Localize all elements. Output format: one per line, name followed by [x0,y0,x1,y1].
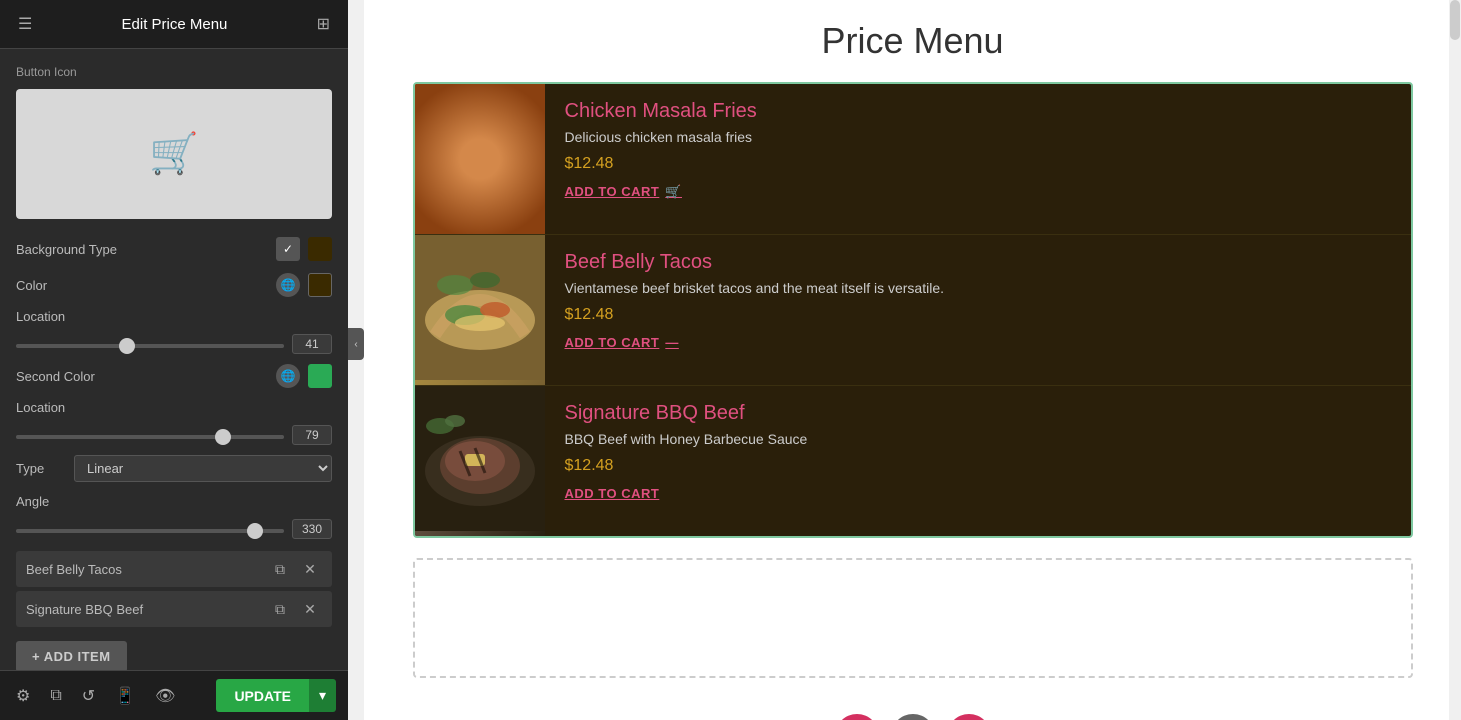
cart-icon-0: 🛒 [665,184,682,200]
menu-item-name-1: Beef Belly Tacos [565,251,1391,274]
second-color-label: Second Color [16,369,268,384]
list-item-close-0[interactable]: ✕ [298,557,322,581]
menu-item-desc-2: BBQ Beef with Honey Barbecue Sauce [565,431,1391,447]
drop-area [413,558,1413,678]
angle-label-row: Angle [0,488,348,515]
menu-item-image-1 [415,235,545,385]
panel-title: Edit Price Menu [122,16,228,33]
check-button[interactable]: ✓ [276,237,300,261]
menu-item-0: Chicken Masala Fries Delicious chicken m… [415,84,1411,235]
scrollbar-track [1449,0,1461,720]
location-label: Location [16,309,332,324]
color-row: Color 🌐 [0,267,348,303]
add-item-button[interactable]: + ADD ITEM [16,641,127,670]
layers-icon[interactable]: ⧉ [46,683,65,709]
chicken-image-svg [415,84,545,229]
menu-item-details-2: Signature BBQ Beef BBQ Beef with Honey B… [545,386,1411,536]
angle-slider[interactable] [16,529,284,533]
update-button[interactable]: UPDATE [216,679,309,712]
menu-item-name-2: Signature BBQ Beef [565,402,1391,425]
panel-content: Button Icon 🛒 Background Type ✓ Color 🌐 … [0,49,348,670]
menu-item-1: Beef Belly Tacos Vientamese beef brisket… [415,235,1411,386]
menu-item-details-0: Chicken Masala Fries Delicious chicken m… [545,84,1411,234]
cart-icon: 🛒 [149,134,199,174]
bottom-toolbar: ⚙ ⧉ ↺ 📱 👁 UPDATE ▾ [0,670,348,720]
page-content: Price Menu [373,0,1453,720]
location-label-row: Location [0,303,348,330]
type-label: Type [16,461,66,476]
panel-header: ☰ Edit Price Menu ⊞ [0,0,348,49]
list-item-text-1: Signature BBQ Beef [26,602,262,617]
menu-item-2: Signature BBQ Beef BBQ Beef with Honey B… [415,386,1411,536]
background-type-label: Background Type [16,242,268,257]
second-location-slider-row: 79 [0,421,348,449]
second-color-globe-icon[interactable]: 🌐 [276,364,300,388]
collapse-arrow[interactable]: ‹ [348,328,364,360]
menu-item-image-0 [415,84,545,234]
settings-icon[interactable]: ⚙ [12,682,34,710]
add-to-cart-button-2[interactable]: ADD TO CART [565,486,660,501]
color-globe-icon[interactable]: 🌐 [276,273,300,297]
angle-label: Angle [16,494,332,509]
background-type-row: Background Type ✓ [0,231,348,267]
menu-item-price-1: $12.48 [565,306,1391,324]
menu-item-name-0: Chicken Masala Fries [565,100,1391,123]
menu-item-image-2 [415,386,545,536]
history-icon[interactable]: ↺ [78,682,99,710]
background-type-swatch[interactable] [308,237,332,261]
location-slider-row: 41 [0,330,348,358]
list-item-copy-0[interactable]: ⧉ [268,557,292,581]
second-location-slider[interactable] [16,435,284,439]
square-circle-button[interactable]: ■ [891,714,935,720]
list-item-close-1[interactable]: ✕ [298,597,322,621]
type-select[interactable]: Linear Radial [74,455,332,482]
angle-slider-container [16,520,284,538]
add-to-cart-button-1[interactable]: ADD TO CART — [565,335,679,350]
second-color-row: Second Color 🌐 [0,358,348,394]
list-item: Beef Belly Tacos ⧉ ✕ [16,551,332,587]
update-arrow-button[interactable]: ▾ [309,679,336,712]
add-to-cart-button-0[interactable]: ADD TO CART 🛒 [565,184,683,200]
menu-item-price-2: $12.48 [565,457,1391,475]
second-location-label-row: Location [0,394,348,421]
list-items: Beef Belly Tacos ⧉ ✕ Signature BBQ Beef … [0,543,348,631]
bbq-image-svg [415,386,545,531]
location-slider-container [16,335,284,353]
type-row: Type Linear Radial [0,449,348,488]
angle-slider-row: 330 [0,515,348,543]
menu-items-list: Chicken Masala Fries Delicious chicken m… [413,82,1413,538]
add-circle-button[interactable]: + [835,714,879,720]
button-icon-preview: 🛒 [16,89,332,219]
left-panel: ☰ Edit Price Menu ⊞ Button Icon 🛒 Backgr… [0,0,348,720]
menu-item-details-1: Beef Belly Tacos Vientamese beef brisket… [545,235,1411,385]
color-label: Color [16,278,268,293]
angle-value[interactable]: 330 [292,519,332,539]
color-swatch[interactable] [308,273,332,297]
list-item-copy-1[interactable]: ⧉ [268,597,292,621]
menu-item-price-0: $12.48 [565,155,1391,173]
second-location-value[interactable]: 79 [292,425,332,445]
second-color-swatch[interactable] [308,364,332,388]
menu-item-desc-1: Vientamese beef brisket tacos and the me… [565,280,1391,296]
grid-icon[interactable]: ⊞ [315,12,332,36]
list-item-text-0: Beef Belly Tacos [26,562,262,577]
page-title: Price Menu [413,20,1413,62]
location-value[interactable]: 41 [292,334,332,354]
menu-item-desc-0: Delicious chicken masala fries [565,129,1391,145]
bottom-actions: + ■ EK [413,698,1413,720]
location-slider[interactable] [16,344,284,348]
scrollbar-thumb[interactable] [1450,0,1460,40]
cart-icon-1: — [665,335,679,350]
second-location-slider-container [16,426,284,444]
right-panel: Price Menu [364,0,1461,720]
eye-icon[interactable]: 👁 [151,682,179,710]
list-item: Signature BBQ Beef ⧉ ✕ [16,591,332,627]
menu-icon[interactable]: ☰ [16,12,34,36]
edit-circle-button[interactable]: EK [947,714,991,720]
toolbar-right: UPDATE ▾ [216,679,336,712]
device-icon[interactable]: 📱 [111,682,139,710]
button-icon-label: Button Icon [0,59,348,83]
tacos-image-svg [415,235,545,380]
second-location-label: Location [16,400,332,415]
